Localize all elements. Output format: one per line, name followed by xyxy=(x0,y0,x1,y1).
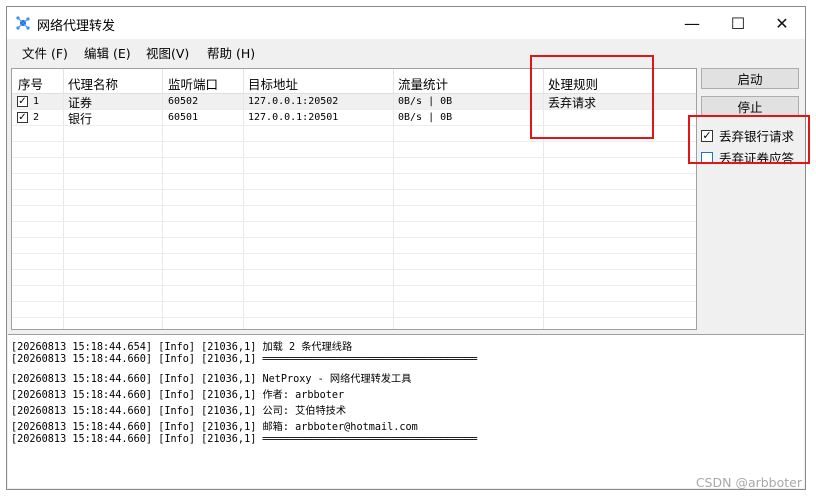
log-line: [20260813 15:18:44.660] [Info] [21036,1]… xyxy=(11,374,412,385)
maximize-button[interactable]: ☐ xyxy=(715,7,761,39)
title-bar[interactable]: 网络代理转发 — ☐ ✕ xyxy=(7,7,805,39)
menu-edit[interactable]: 编辑 (E) xyxy=(84,43,131,62)
close-icon: ✕ xyxy=(775,13,789,33)
watermark: CSDN @arbboter xyxy=(695,475,802,490)
menu-view[interactable]: 视图(V) xyxy=(146,43,189,62)
row-checkbox[interactable]: ✓ xyxy=(17,96,28,107)
log-line: [20260813 15:18:44.660] [Info] [21036,1]… xyxy=(11,390,345,401)
column-header-port[interactable]: 监听端口 xyxy=(168,74,218,93)
log-line: [20260813 15:18:44.660] [Info] [21036,1]… xyxy=(11,406,347,417)
menu-bar: 文件 (F) 编辑 (E) 视图(V) 帮助 (H) xyxy=(7,39,805,63)
column-header-traffic[interactable]: 流量统计 xyxy=(398,74,448,93)
window-title: 网络代理转发 xyxy=(37,19,116,34)
column-header-target[interactable]: 目标地址 xyxy=(248,74,298,93)
menu-help[interactable]: 帮助 (H) xyxy=(207,43,255,62)
minimize-button[interactable]: — xyxy=(669,7,715,39)
log-line: [20260813 15:18:44.660] [Info] [21036,1]… xyxy=(11,422,418,433)
row-name: 银行 xyxy=(68,112,93,126)
row-index: 1 xyxy=(33,96,40,107)
row-target: 127.0.0.1:20501 xyxy=(248,112,339,123)
log-line: [20260813 15:18:44.660] [Info] [21036,1]… xyxy=(11,354,478,365)
close-button[interactable]: ✕ xyxy=(759,7,805,39)
stop-button[interactable]: 停止 xyxy=(701,96,799,117)
row-checkbox[interactable]: ✓ xyxy=(17,112,28,123)
row-port: 60502 xyxy=(168,96,199,107)
highlight-box-options xyxy=(688,115,810,164)
column-header-index[interactable]: 序号 xyxy=(18,74,43,93)
highlight-box-rule-column xyxy=(530,55,654,139)
main-window: 网络代理转发 — ☐ ✕ 文件 (F) 编辑 (E) 视图(V) 帮助 (H) xyxy=(6,6,806,490)
row-target: 127.0.0.1:20502 xyxy=(248,96,339,107)
start-button[interactable]: 启动 xyxy=(701,68,799,89)
minimize-icon: — xyxy=(684,13,700,33)
menu-file[interactable]: 文件 (F) xyxy=(22,43,68,62)
row-traffic: 0B/s | 0B xyxy=(398,112,453,123)
row-traffic: 0B/s | 0B xyxy=(398,96,453,107)
row-port: 60501 xyxy=(168,112,199,123)
row-index: 2 xyxy=(33,112,40,123)
log-line: [20260813 15:18:44.660] [Info] [21036,1]… xyxy=(11,434,478,445)
column-header-name[interactable]: 代理名称 xyxy=(68,74,118,93)
log-panel[interactable]: [20260813 15:18:44.654] [Info] [21036,1]… xyxy=(8,334,804,488)
log-line: [20260813 15:18:44.654] [Info] [21036,1]… xyxy=(11,342,353,353)
maximize-icon: ☐ xyxy=(730,13,746,33)
row-name: 证券 xyxy=(68,96,93,110)
app-icon xyxy=(16,16,30,30)
